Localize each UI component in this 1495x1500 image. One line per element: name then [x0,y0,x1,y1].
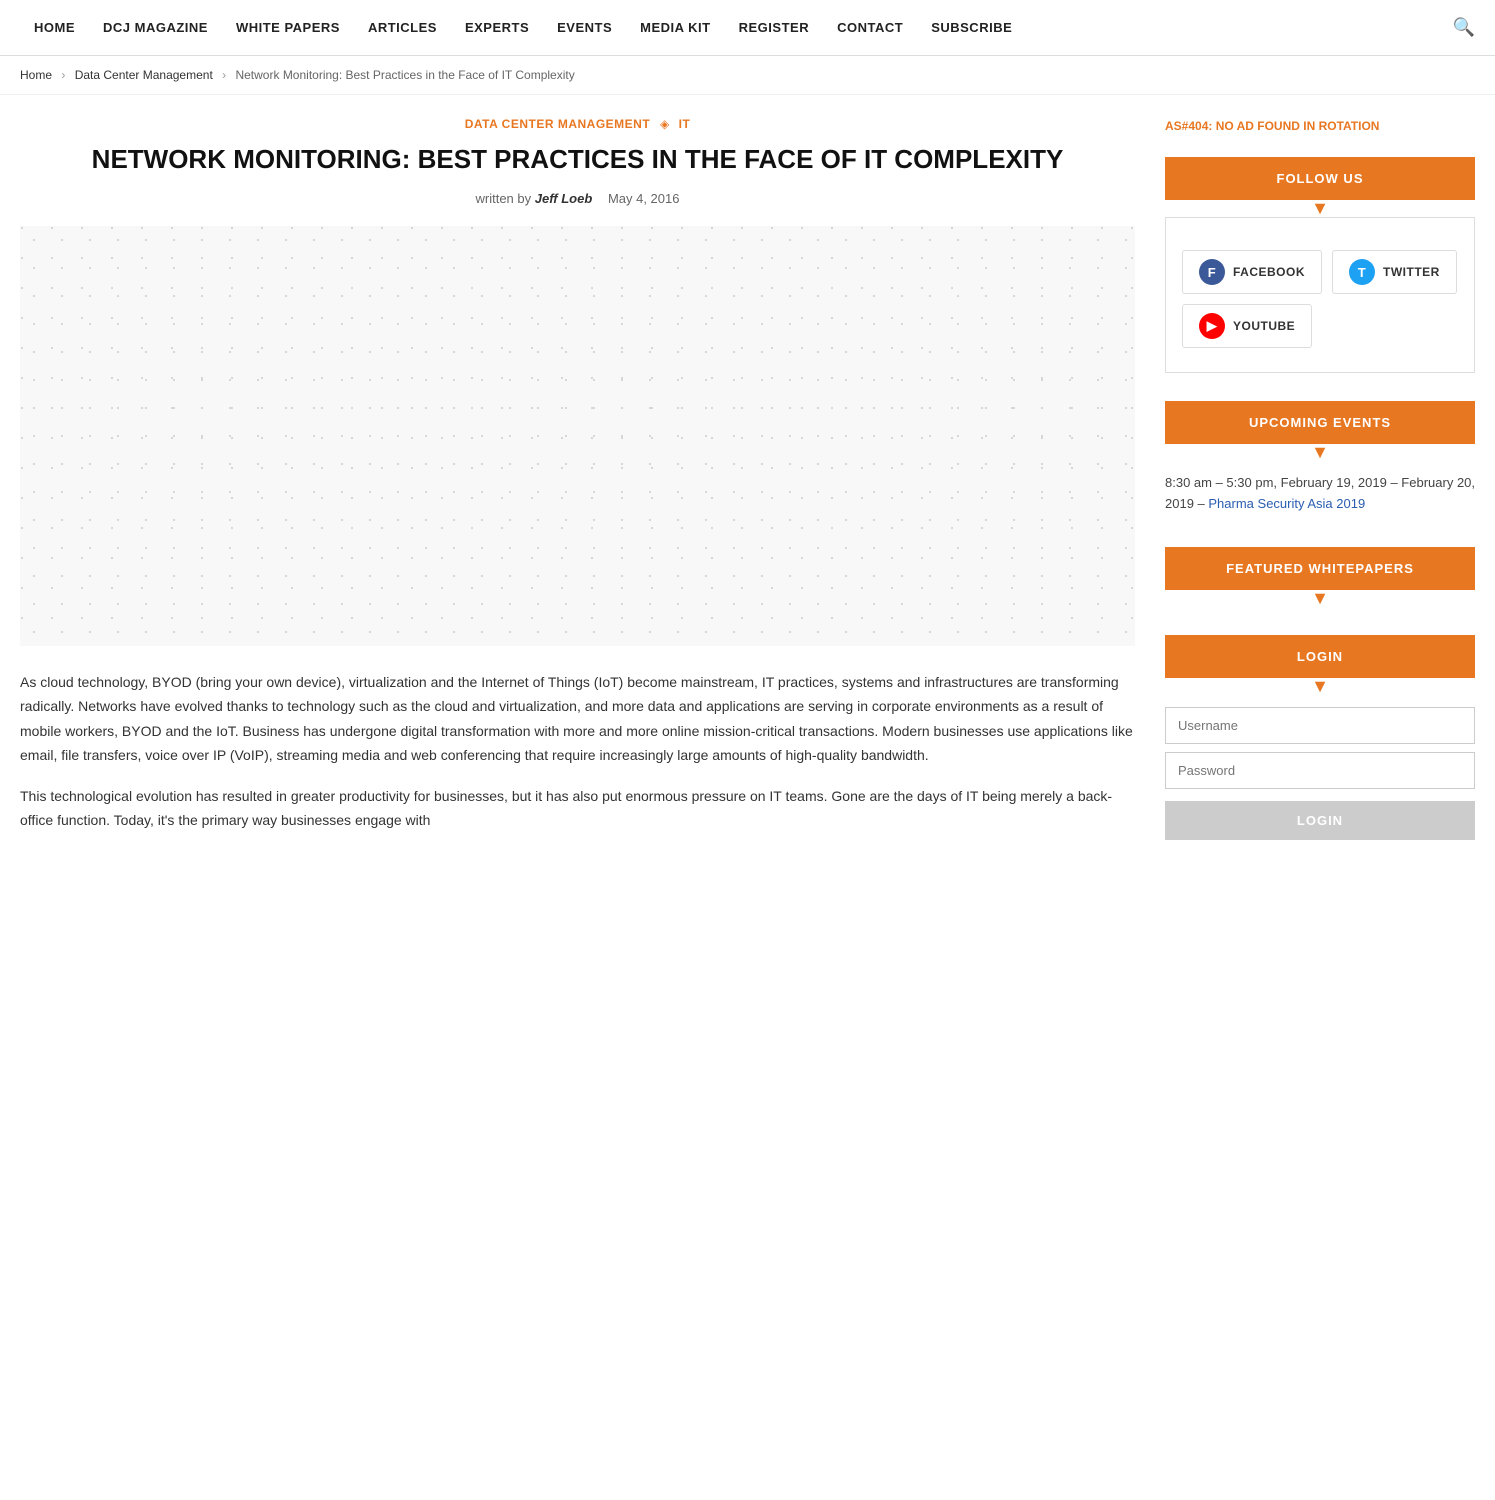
cat-it[interactable]: IT [679,117,691,131]
featured-whitepapers-widget: FEATURED WHITEPAPERS ▼ [1165,547,1475,607]
nav-media-kit[interactable]: MEDIA KIT [626,20,724,35]
article-image [20,226,1135,646]
login-arrow: ▼ [1165,677,1475,695]
event-link[interactable]: Pharma Security Asia 2019 [1208,496,1365,511]
article-body: As cloud technology, BYOD (bring your ow… [20,670,1135,833]
youtube-button[interactable]: ▶ YOUTUBE [1182,304,1312,348]
page-layout: DATA CENTER MANAGEMENT ◈ IT NETWORK MONI… [0,95,1495,892]
article-author[interactable]: Jeff Loeb [535,191,593,206]
follow-us-body: f FACEBOOK t TWITTER ▶ YOUTUBE [1165,217,1475,373]
article-date: May 4, 2016 [608,191,680,206]
facebook-icon: f [1199,259,1225,285]
main-nav: HOME DCJ MAGAZINE WHITE PAPERS ARTICLES … [0,0,1495,56]
nav-subscribe[interactable]: SUBSCRIBE [917,20,1026,35]
facebook-label: FACEBOOK [1233,265,1305,279]
nav-register[interactable]: REGISTER [725,20,823,35]
search-icon[interactable]: 🔍 [1453,17,1475,38]
login-button[interactable]: LOGIN [1165,801,1475,840]
sidebar: AS#404: NO AD FOUND IN ROTATION FOLLOW U… [1165,115,1475,872]
youtube-icon: ▶ [1199,313,1225,339]
social-buttons: f FACEBOOK t TWITTER ▶ YOUTUBE [1182,234,1458,356]
breadcrumb: Home › Data Center Management › Network … [0,56,1495,95]
featured-whitepapers-header: FEATURED WHITEPAPERS [1165,547,1475,590]
nav-experts[interactable]: EXPERTS [451,20,543,35]
article-meta: written by Jeff Loeb May 4, 2016 [20,191,1135,206]
login-form: LOGIN [1165,695,1475,844]
upcoming-events-widget: UPCOMING EVENTS ▼ 8:30 am – 5:30 pm, Feb… [1165,401,1475,519]
username-input[interactable] [1165,707,1475,744]
cat-data-center-management[interactable]: DATA CENTER MANAGEMENT [465,117,650,131]
password-input[interactable] [1165,752,1475,789]
follow-us-header: FOLLOW US [1165,157,1475,200]
nav-contact[interactable]: CONTACT [823,20,917,35]
breadcrumb-sep-1: › [61,68,65,82]
login-header: LOGIN [1165,635,1475,678]
nav-dcj-magazine[interactable]: DCJ MAGAZINE [89,20,222,35]
twitter-button[interactable]: t TWITTER [1332,250,1457,294]
facebook-button[interactable]: f FACEBOOK [1182,250,1322,294]
follow-us-arrow: ▼ [1165,199,1475,217]
nav-articles[interactable]: ARTICLES [354,20,451,35]
breadcrumb-home[interactable]: Home [20,68,52,82]
nav-white-papers[interactable]: WHITE PAPERS [222,20,354,35]
sidebar-ad-notice: AS#404: NO AD FOUND IN ROTATION [1165,115,1475,137]
upcoming-events-arrow: ▼ [1165,443,1475,461]
breadcrumb-category[interactable]: Data Center Management [75,68,213,82]
twitter-label: TWITTER [1383,265,1440,279]
featured-whitepapers-arrow: ▼ [1165,589,1475,607]
main-content: DATA CENTER MANAGEMENT ◈ IT NETWORK MONI… [20,115,1135,872]
article-paragraph-2: This technological evolution has resulte… [20,784,1135,833]
upcoming-events-header: UPCOMING EVENTS [1165,401,1475,444]
nav-home[interactable]: HOME [20,20,89,35]
breadcrumb-sep-2: › [222,68,226,82]
written-by-prefix: written by [476,191,535,206]
event-body: 8:30 am – 5:30 pm, February 19, 2019 – F… [1165,461,1475,519]
login-widget: LOGIN ▼ LOGIN [1165,635,1475,844]
cat-separator: ◈ [660,117,673,131]
nav-events[interactable]: EVENTS [543,20,626,35]
breadcrumb-current: Network Monitoring: Best Practices in th… [235,68,574,82]
article-paragraph-1: As cloud technology, BYOD (bring your ow… [20,670,1135,768]
youtube-label: YOUTUBE [1233,319,1295,333]
follow-us-widget: FOLLOW US ▼ f FACEBOOK t TWITTER ▶ YOUTU… [1165,157,1475,373]
article-categories: DATA CENTER MANAGEMENT ◈ IT [20,115,1135,131]
twitter-icon: t [1349,259,1375,285]
article-title: NETWORK MONITORING: BEST PRACTICES IN TH… [20,143,1135,177]
